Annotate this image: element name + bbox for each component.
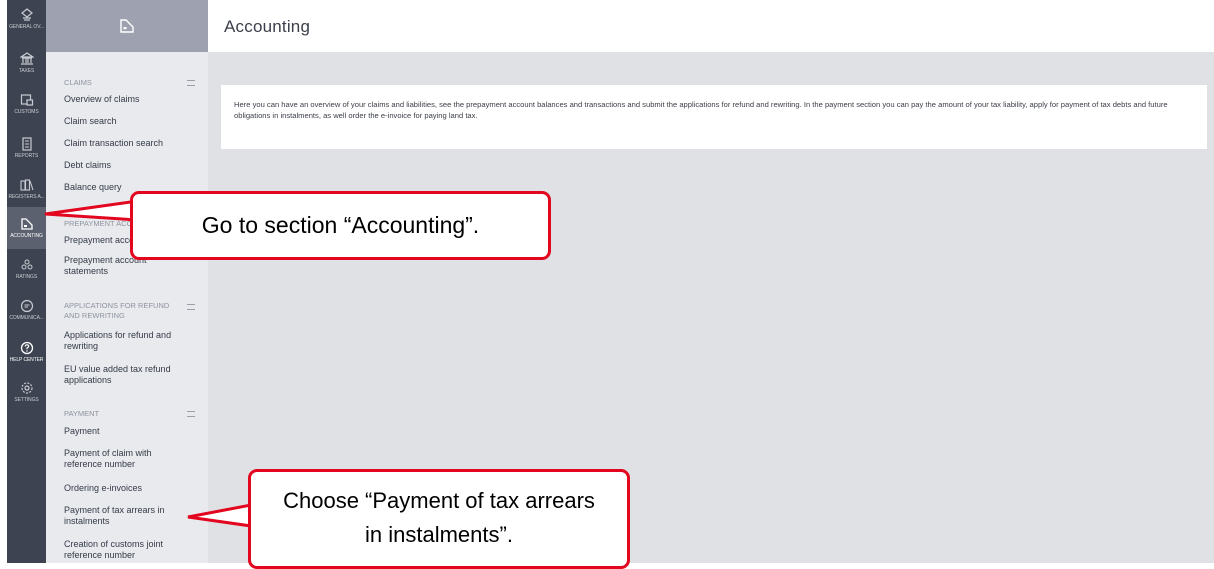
nav-link-customs-joint-reference[interactable]: Creation of customs joint reference numb… bbox=[64, 539, 184, 561]
accounting-icon bbox=[120, 19, 134, 33]
rail-item-ratings[interactable]: RATINGS bbox=[7, 250, 46, 288]
nav-link-eu-vat-refund[interactable]: EU value added tax refund applications bbox=[64, 364, 189, 386]
rail-item-settings[interactable]: SETTINGS bbox=[7, 373, 46, 411]
customs-icon bbox=[20, 94, 33, 106]
reports-icon bbox=[21, 137, 32, 151]
bank-icon bbox=[19, 52, 34, 65]
section-collapse-icon[interactable] bbox=[187, 304, 195, 310]
nav-link-overview-of-claims[interactable]: Overview of claims bbox=[64, 94, 194, 105]
subnav-header bbox=[46, 0, 208, 52]
intro-card: Here you can have an overview of your cl… bbox=[221, 85, 1207, 149]
rail-label: SETTINGS bbox=[14, 397, 39, 403]
nav-link-ordering-e-invoices[interactable]: Ordering e-invoices bbox=[64, 483, 194, 494]
accounting-subnav: CLAIMS Overview of claims Claim search C… bbox=[46, 0, 208, 563]
rail-label: TAXES bbox=[18, 68, 35, 74]
rail-item-taxes[interactable]: TAXES bbox=[7, 44, 46, 82]
section-collapse-icon[interactable] bbox=[187, 80, 195, 86]
communication-icon bbox=[20, 299, 33, 313]
nav-link-payment-tax-arrears[interactable]: Payment of tax arrears in instalments bbox=[64, 505, 184, 527]
rail-label: CUSTOMS bbox=[14, 109, 39, 115]
section-title-claims: CLAIMS bbox=[64, 78, 92, 87]
accounting-icon bbox=[20, 218, 33, 230]
rail-item-communication[interactable]: COMMUNICA... bbox=[7, 291, 46, 329]
callout-accounting: Go to section “Accounting”. bbox=[130, 191, 551, 260]
help-icon bbox=[20, 341, 33, 355]
nav-link-payment[interactable]: Payment bbox=[64, 426, 194, 437]
rail-label: HELP CENTER bbox=[9, 357, 44, 363]
rail-item-general-overview[interactable]: GENERAL OV... bbox=[7, 0, 46, 38]
nav-link-payment-with-reference[interactable]: Payment of claim with reference number bbox=[64, 448, 179, 470]
rail-label: COMMUNICA... bbox=[9, 315, 44, 321]
rail-item-help-center[interactable]: HELP CENTER bbox=[7, 333, 46, 371]
section-title-payment: PAYMENT bbox=[64, 409, 100, 418]
nav-link-applications-refund[interactable]: Applications for refund and rewriting bbox=[64, 330, 189, 352]
app-rail: GENERAL OV... TAXES CUSTOMS REPORTS REGI… bbox=[7, 0, 46, 563]
rail-item-customs[interactable]: CUSTOMS bbox=[7, 85, 46, 123]
page-header: Accounting bbox=[208, 0, 1214, 52]
registers-icon bbox=[19, 179, 34, 191]
rail-label: REPORTS bbox=[14, 153, 39, 159]
rail-label: GENERAL OV... bbox=[9, 24, 44, 30]
nav-link-debt-claims[interactable]: Debt claims bbox=[64, 160, 194, 171]
page-title: Accounting bbox=[224, 17, 311, 36]
rail-label: ACCOUNTING bbox=[10, 233, 43, 239]
intro-text: Here you can have an overview of your cl… bbox=[234, 100, 1168, 120]
ratings-icon bbox=[21, 259, 32, 270]
callout-instalments: Choose “Payment of tax arrears in instal… bbox=[248, 469, 630, 569]
rail-item-reports[interactable]: REPORTS bbox=[7, 129, 46, 167]
settings-icon bbox=[20, 382, 33, 394]
general-overview-icon bbox=[20, 8, 33, 21]
section-collapse-icon[interactable] bbox=[187, 411, 195, 417]
callout-accounting-text: Go to section “Accounting”. bbox=[201, 212, 480, 238]
callout-instalments-text: Choose “Payment of tax arrears in instal… bbox=[283, 488, 595, 547]
rail-label: RATINGS bbox=[15, 274, 38, 280]
nav-link-claim-search[interactable]: Claim search bbox=[64, 116, 194, 127]
nav-link-claim-transaction-search[interactable]: Claim transaction search bbox=[64, 138, 194, 149]
section-title-refund: APPLICATIONS FOR REFUND AND REWRITING bbox=[64, 301, 170, 320]
